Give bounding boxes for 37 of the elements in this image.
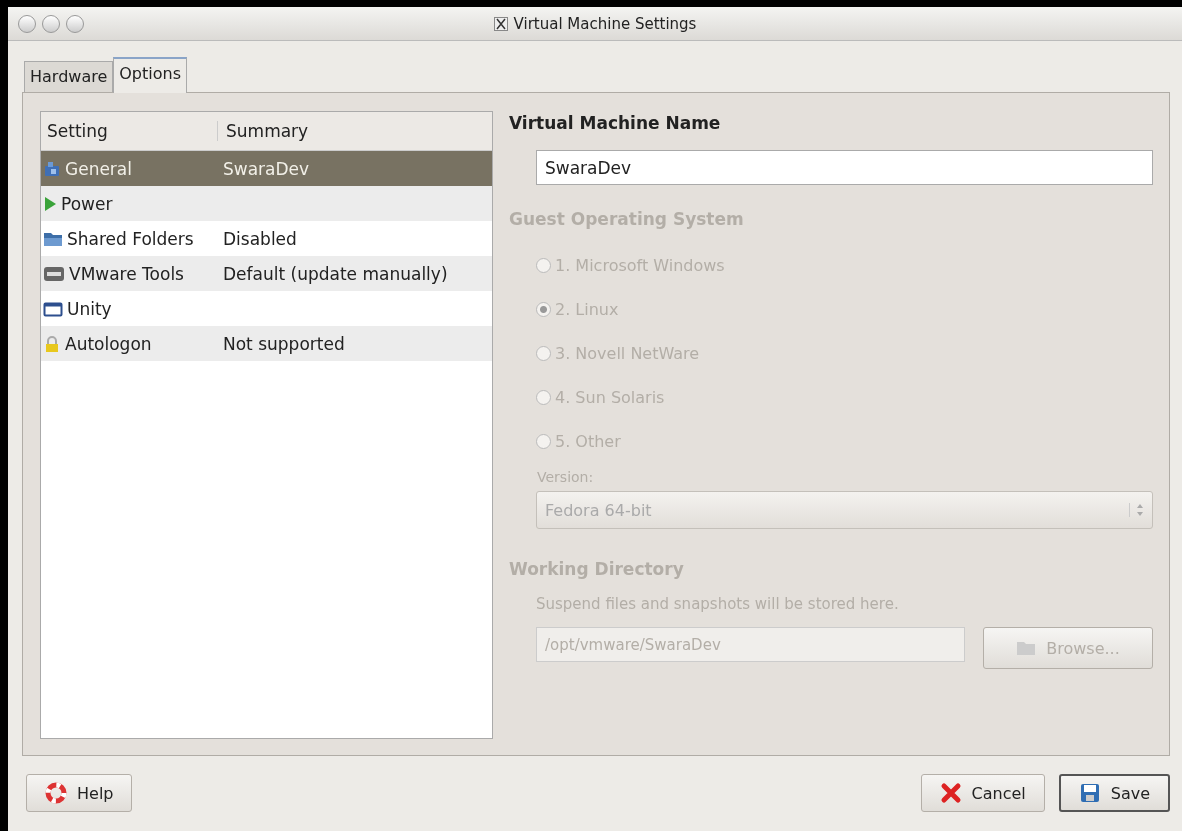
lifebuoy-icon — [45, 782, 67, 804]
save-button[interactable]: Save — [1058, 774, 1170, 812]
hardware-icon — [43, 159, 61, 178]
list-row[interactable]: Power — [41, 186, 492, 221]
setting-name: Power — [61, 193, 113, 214]
window-control-button[interactable] — [66, 14, 84, 33]
window-control-button[interactable] — [42, 14, 60, 33]
lock-icon — [43, 334, 61, 353]
setting-name: VMware Tools — [69, 263, 184, 284]
spinner-icon — [1129, 503, 1144, 517]
section-heading: Virtual Machine Name — [509, 113, 722, 133]
column-header[interactable]: Setting — [41, 121, 217, 141]
setting-summary: Default (update manually) — [223, 263, 448, 284]
column-header[interactable]: Summary — [217, 121, 309, 141]
list-row[interactable]: Autologon Not supported — [41, 326, 492, 361]
cancel-button[interactable]: Cancel — [920, 774, 1045, 812]
setting-summary: SwaraDev — [223, 158, 310, 179]
play-icon — [43, 194, 57, 213]
setting-name: Unity — [67, 298, 112, 319]
list-row[interactable]: VMware Tools Default (update manually) — [41, 256, 492, 291]
window-title: Virtual Machine Settings — [513, 14, 697, 33]
list-row[interactable]: General SwaraDev — [41, 151, 492, 186]
tab[interactable]: Hardware — [24, 61, 114, 92]
app-icon — [493, 16, 508, 31]
help-button[interactable]: Help — [26, 774, 133, 812]
vm-icon — [43, 264, 65, 283]
setting-name: Shared Folders — [67, 228, 194, 249]
setting-name: Autologon — [65, 333, 152, 354]
window-control-button[interactable] — [18, 14, 36, 33]
folder-icon — [1016, 640, 1037, 656]
setting-summary: Not supported — [223, 333, 345, 354]
setting-name: General — [65, 158, 132, 179]
floppy-icon — [1078, 782, 1101, 804]
setting-summary: Disabled — [223, 228, 297, 249]
cross-icon — [939, 782, 962, 804]
name-field[interactable]: SwaraDev — [536, 150, 1153, 185]
tab[interactable]: Options — [113, 57, 187, 93]
